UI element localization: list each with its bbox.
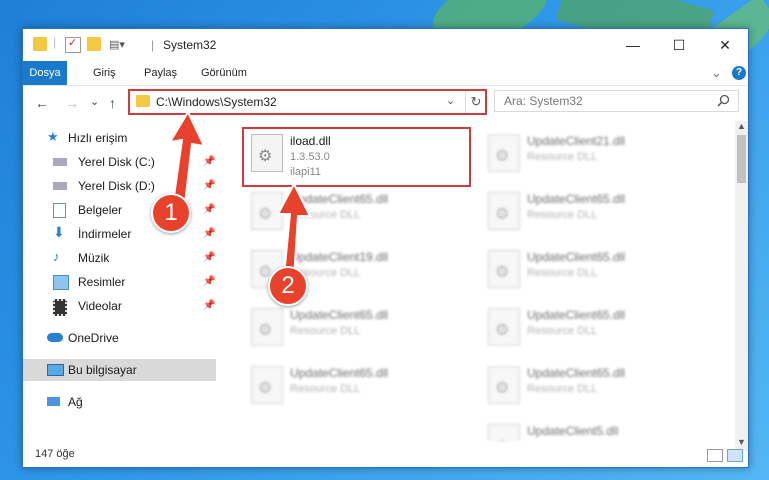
callout-step-2: 2 [268, 266, 308, 306]
annotation-arrows [168, 109, 312, 280]
arrow-to-file [276, 181, 312, 280]
callout-step-1: 1 [151, 193, 191, 233]
